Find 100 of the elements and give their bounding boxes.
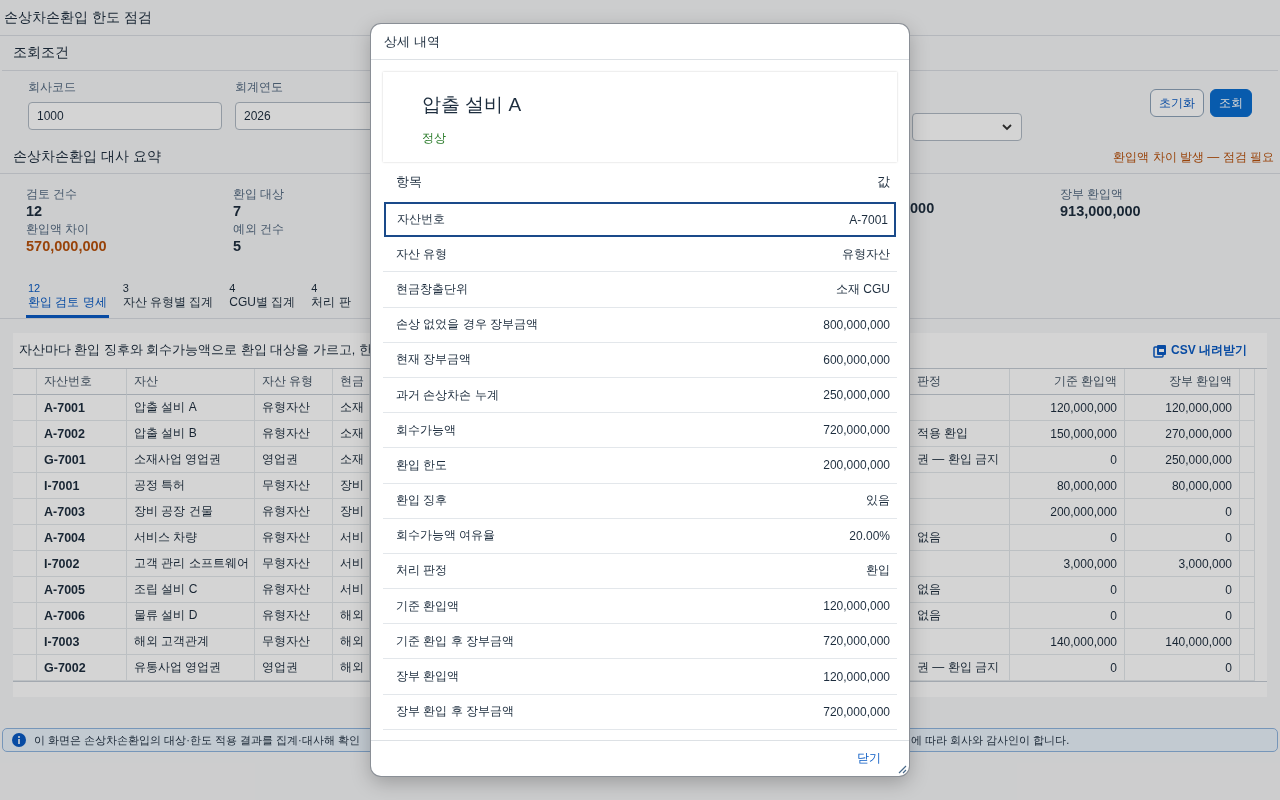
table-cell: 장비 xyxy=(340,503,364,520)
kpi-value: 12 xyxy=(26,203,44,219)
table-cell: 0 xyxy=(1110,608,1117,623)
detail-label: 자산번호 xyxy=(397,211,445,229)
table-cell: 0 xyxy=(1110,530,1117,545)
page-title: 손상차손환입 한도 점검 xyxy=(4,8,152,27)
table-cell: I-7002 xyxy=(44,556,80,571)
table-cell: 장비 xyxy=(340,477,364,494)
table-cell: 소재 xyxy=(340,451,364,468)
detail-value: 250,000,000 xyxy=(823,388,890,403)
section-title: 손상차손환입 대사 요약 xyxy=(13,148,161,166)
detail-value: A-7001 xyxy=(849,212,888,227)
column-header: 기준 환입액 xyxy=(1053,373,1117,390)
field-label: 회사코드 xyxy=(28,79,77,96)
table-cell: 해외 xyxy=(340,633,364,650)
table-cell: 유형자산 xyxy=(262,503,310,520)
detail-value: 20.00% xyxy=(849,528,890,543)
kpi-label: 예외 건수 xyxy=(233,221,286,238)
table-cell: 무형자산 xyxy=(262,555,310,572)
detail-value: 120,000,000 xyxy=(823,599,890,614)
detail-label: 환입 징후 xyxy=(396,492,448,510)
table-cell: 250,000,000 xyxy=(1165,452,1232,467)
table-cell: 소재 xyxy=(340,399,364,416)
table-cell: 유형자산 xyxy=(262,425,310,442)
detail-value: 120,000,000 xyxy=(823,669,890,684)
detail-label: 현재 장부금액 xyxy=(396,351,472,369)
table-cell: 120,000,000 xyxy=(1165,400,1232,415)
detail-label: 손상 없었을 경우 장부금액 xyxy=(396,316,538,334)
kpi-value: 7 xyxy=(233,203,243,219)
table-cell: 서비 xyxy=(340,555,364,572)
table-cell: 80,000,000 xyxy=(1171,478,1232,493)
table-cell: A-7005 xyxy=(44,582,85,597)
detail-value: 600,000,000 xyxy=(823,352,890,367)
table-cell: 200,000,000 xyxy=(1050,504,1117,519)
table-cell: 3,000,000 xyxy=(1063,556,1117,571)
table-cell: 무형자산 xyxy=(262,477,310,494)
kpi-label: 환입액 차이 xyxy=(26,221,91,238)
table-cell: 소재 xyxy=(340,425,364,442)
table-cell: G-7001 xyxy=(44,452,86,467)
table-cell: 120,000,000 xyxy=(1050,400,1117,415)
table-cell: 서비 xyxy=(340,529,364,546)
info-text: 이 화면은 손상차손환입의 대상·한도 적용 결과를 집계·대사해 확인 xyxy=(34,732,360,748)
column-header: 값 xyxy=(877,173,890,191)
detail-label: 환입 한도 xyxy=(396,456,448,474)
detail-label: 현금창출단위 xyxy=(396,280,468,298)
table-cell: 장비 공장 건물 xyxy=(134,503,213,520)
table-cell: 3,000,000 xyxy=(1178,556,1232,571)
table-cell: 0 xyxy=(1225,530,1232,545)
table-cell: 0 xyxy=(1225,582,1232,597)
table-cell: 0 xyxy=(1110,582,1117,597)
table-cell: A-7001 xyxy=(44,400,85,415)
detail-label: 기준 환입 후 장부금액 xyxy=(396,632,514,650)
table-cell: I-7001 xyxy=(44,478,80,493)
detail-label: 과거 손상차손 누계 xyxy=(396,386,499,404)
table-cell: 고객 관리 소프트웨어 xyxy=(134,555,249,572)
table-cell: 영업권 xyxy=(262,451,298,468)
table-cell: 압출 설비 A xyxy=(134,399,197,416)
detail-label: 기준 환입액 xyxy=(396,597,460,615)
column-header: 현금 xyxy=(340,373,364,390)
table-cell: 0 xyxy=(1225,660,1232,675)
kpi-label: 장부 환입액 xyxy=(1060,186,1125,203)
table-cell: A-7006 xyxy=(44,608,85,623)
column-header: 자산 유형 xyxy=(262,373,314,390)
table-cell: G-7002 xyxy=(44,660,86,675)
table-cell: 서비스 차량 xyxy=(134,529,198,546)
table-cell: 유형자산 xyxy=(262,399,310,416)
detail-label: 자산 유형 xyxy=(396,245,448,263)
table-cell: 조립 설비 C xyxy=(134,581,198,598)
detail-value: 720,000,000 xyxy=(823,423,890,438)
table-cell: 해외 xyxy=(340,659,364,676)
info-text: 에 따라 회사와 감사인이 합니다. xyxy=(911,733,1070,746)
table-cell: A-7002 xyxy=(44,426,85,441)
column-header: 자산번호 xyxy=(44,373,92,390)
detail-label: 회수가능액 xyxy=(396,421,456,439)
detail-label: 장부 환입액 xyxy=(396,668,460,686)
column-header: 항목 xyxy=(396,173,422,191)
detail-label: 장부 환입 후 장부금액 xyxy=(396,703,514,721)
field-label: 회계연도 xyxy=(235,79,284,96)
detail-value: 소재 CGU xyxy=(836,280,890,298)
table-cell: 서비 xyxy=(340,581,364,598)
table-cell: 0 xyxy=(1225,608,1232,623)
dialog-title: 상세 내역 xyxy=(384,32,440,51)
kpi-label: 검토 건수 xyxy=(26,186,79,203)
table-cell: A-7004 xyxy=(44,530,85,545)
kpi-value: 5 xyxy=(233,238,243,254)
table-cell: 270,000,000 xyxy=(1165,426,1232,441)
detail-label: 회수가능액 여유율 xyxy=(396,527,496,545)
table-cell: 영업권 xyxy=(262,659,298,676)
table-cell: I-7003 xyxy=(44,634,80,649)
table-cell: 유형자산 xyxy=(262,529,310,546)
table-cell: 유통사업 영업권 xyxy=(134,659,222,676)
table-cell: 150,000,000 xyxy=(1050,426,1117,441)
column-header: 자산 xyxy=(134,373,158,390)
table-cell: 140,000,000 xyxy=(1050,634,1117,649)
table-cell: 140,000,000 xyxy=(1165,634,1232,649)
kpi-value: 000 xyxy=(910,200,936,216)
detail-label: 처리 판정 xyxy=(396,562,448,580)
section-title: 조회조건 xyxy=(13,44,69,62)
table-cell: 0 xyxy=(1110,452,1117,467)
table-cell: 해외 고객관계 xyxy=(134,633,210,650)
